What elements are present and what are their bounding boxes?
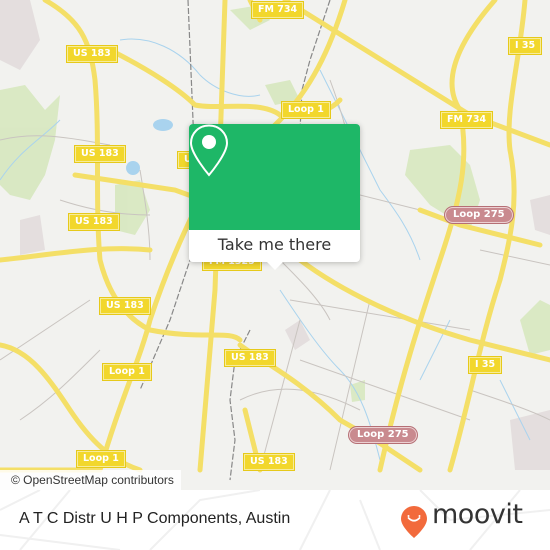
road-label: Loop 1 (282, 102, 330, 118)
water-bodies (126, 119, 173, 175)
road-label: US 183 (244, 454, 294, 470)
map-pin-icon (189, 124, 229, 177)
road-label: Loop 1 (103, 364, 151, 380)
road-label: US 183 (69, 214, 119, 230)
road-label: I 35 (509, 38, 542, 54)
road-label: US 183 (75, 146, 125, 162)
popup-header (189, 124, 360, 230)
road-label: US 183 (100, 298, 150, 314)
map-view[interactable]: FM 734 US 183 I 35 Loop 1 FM 734 US 183 … (0, 0, 550, 490)
take-me-there-button[interactable]: Take me there (189, 230, 360, 262)
road-label: US 183 (225, 350, 275, 366)
road-label: US 183 (67, 46, 117, 62)
popup-pointer (266, 261, 284, 270)
road-label: FM 734 (441, 112, 493, 128)
brand-name: moovit (432, 499, 523, 530)
road-label: FM 734 (252, 2, 304, 18)
map-attribution[interactable]: © OpenStreetMap contributors (0, 470, 181, 490)
moovit-pin-icon (401, 506, 427, 538)
place-name: A T C Distr U H P Components, Austin (19, 510, 291, 527)
road-label: Loop 275 (445, 207, 513, 223)
footer-bar: A T C Distr U H P Components, Austin moo… (0, 490, 550, 550)
road-label: I 35 (469, 357, 502, 373)
road-label: Loop 1 (77, 451, 125, 467)
road-label: Loop 275 (349, 427, 417, 443)
destination-popup: Take me there (189, 124, 360, 270)
